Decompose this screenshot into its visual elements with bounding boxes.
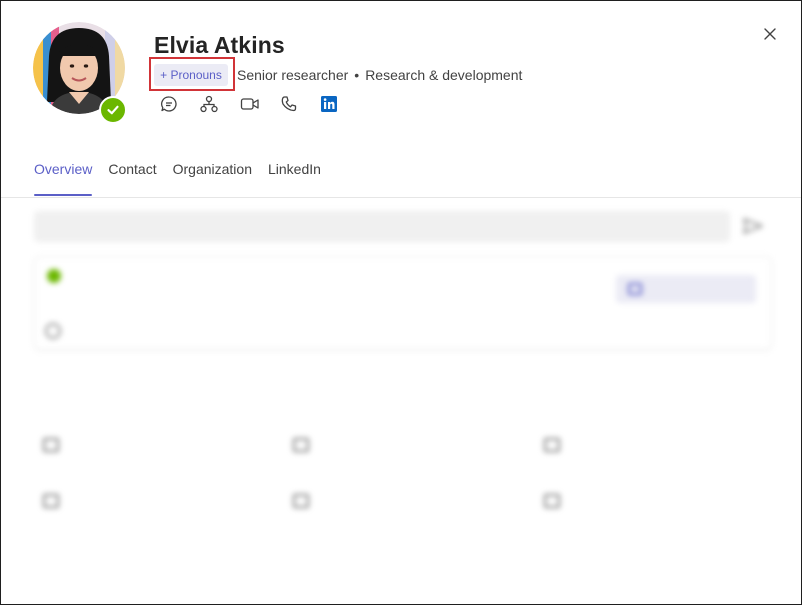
linkedin-button[interactable] bbox=[320, 95, 360, 113]
linkedin-icon bbox=[321, 96, 337, 112]
tab-organization[interactable]: Organization bbox=[173, 161, 252, 197]
org-chart-button[interactable] bbox=[200, 95, 240, 113]
blurred-overview-content bbox=[1, 198, 801, 604]
availability-dot bbox=[47, 269, 61, 283]
send-icon[interactable] bbox=[742, 217, 764, 235]
phone-call-button[interactable] bbox=[280, 95, 320, 113]
profile-subtitle: Senior researcher • Research & development bbox=[237, 67, 522, 83]
close-button[interactable] bbox=[761, 25, 779, 43]
tab-linkedin[interactable]: LinkedIn bbox=[268, 161, 321, 197]
profile-name: Elvia Atkins bbox=[154, 32, 285, 58]
close-icon bbox=[764, 28, 776, 40]
tab-contact[interactable]: Contact bbox=[108, 161, 156, 197]
presence-available-badge bbox=[99, 96, 127, 124]
clock-icon bbox=[45, 323, 61, 339]
building-icon bbox=[544, 494, 560, 508]
avatar[interactable] bbox=[33, 22, 127, 124]
checkmark-icon bbox=[107, 105, 119, 115]
phone-icon bbox=[544, 438, 560, 452]
phone-call-icon bbox=[281, 96, 297, 112]
quick-message-input[interactable] bbox=[34, 211, 730, 242]
profile-tabs: Overview Contact Organization LinkedIn bbox=[34, 161, 337, 197]
phone-icon bbox=[43, 494, 59, 508]
subtitle-separator: • bbox=[354, 67, 360, 83]
department: Research & development bbox=[365, 67, 523, 83]
profile-card: Elvia Atkins + Pronouns Senior researche… bbox=[0, 0, 802, 605]
chat-button[interactable] bbox=[160, 95, 200, 113]
mail-icon bbox=[43, 438, 59, 452]
calendar-icon bbox=[628, 283, 642, 295]
location-icon bbox=[293, 494, 309, 508]
availability-card bbox=[34, 256, 772, 350]
video-call-icon bbox=[240, 98, 259, 110]
schedule-meeting-button[interactable] bbox=[616, 275, 756, 303]
org-chart-icon bbox=[200, 95, 218, 113]
job-title: Senior researcher bbox=[237, 67, 349, 83]
tab-overview[interactable]: Overview bbox=[34, 161, 93, 197]
mail-icon bbox=[293, 438, 309, 452]
video-call-button[interactable] bbox=[240, 95, 280, 113]
add-pronouns-button[interactable]: + Pronouns bbox=[154, 64, 228, 86]
chat-icon bbox=[161, 96, 177, 112]
quick-actions bbox=[160, 95, 360, 113]
